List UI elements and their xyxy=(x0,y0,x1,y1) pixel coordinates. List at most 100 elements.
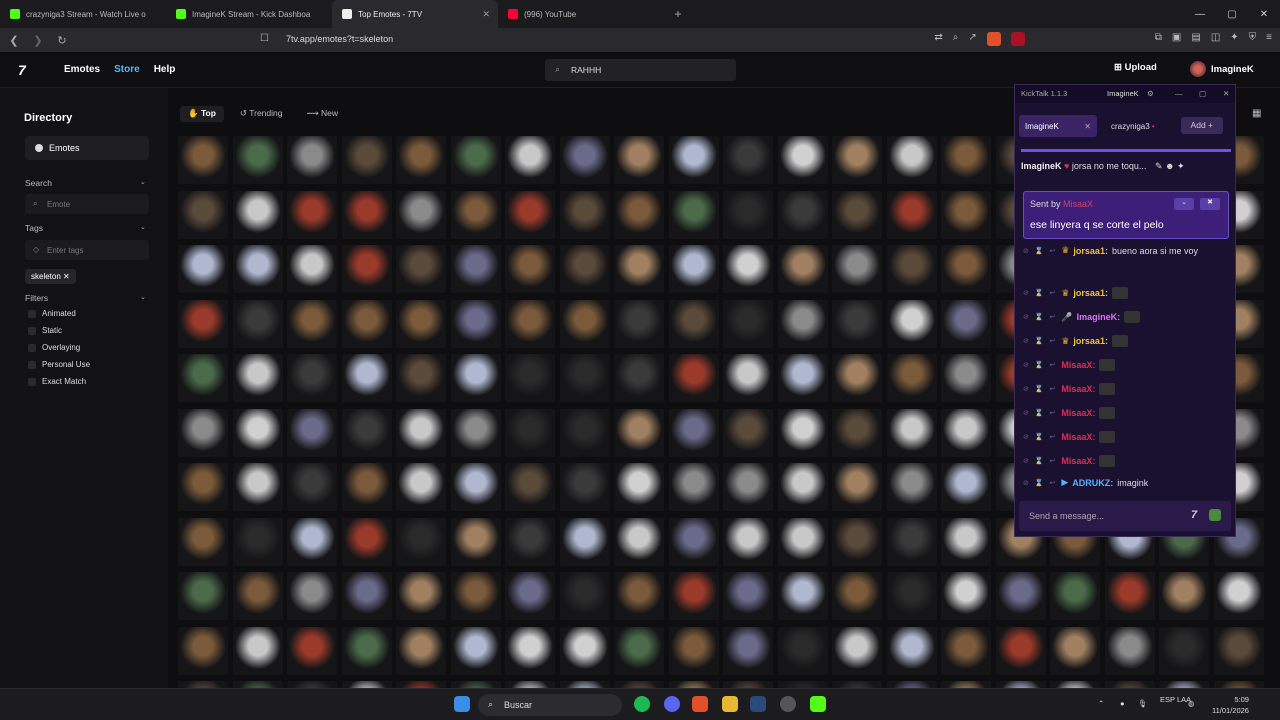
mod-actions-icon[interactable]: ⊘ ⌛ ↩ xyxy=(1023,313,1057,321)
emote-card[interactable] xyxy=(505,354,555,402)
brave-shield-icon[interactable] xyxy=(986,32,1001,46)
mod-actions-icon[interactable]: ⊘ ⌛ ↩ xyxy=(1023,247,1057,255)
steam-icon[interactable] xyxy=(750,696,766,712)
emote-card[interactable] xyxy=(668,354,719,402)
filter-animated[interactable]: Animated xyxy=(28,309,76,318)
emote-card[interactable] xyxy=(396,463,446,511)
chat-username[interactable]: jorsaa1: xyxy=(1073,336,1108,346)
emote-card[interactable] xyxy=(668,190,719,239)
emote-card[interactable] xyxy=(559,681,610,688)
emote-card[interactable] xyxy=(232,408,283,457)
tags-input[interactable]: ◇ Enter tags xyxy=(25,240,149,260)
emote-card[interactable] xyxy=(614,245,664,293)
emote-card[interactable] xyxy=(668,517,719,566)
wallet-icon[interactable]: ◫ xyxy=(1211,32,1220,46)
browser-tab-2[interactable]: ImagineK Stream - Kick Dashboa xyxy=(166,0,332,28)
emote-card[interactable] xyxy=(178,626,228,675)
emote-card[interactable] xyxy=(178,572,228,620)
emote-card[interactable] xyxy=(614,190,664,239)
emote-card[interactable] xyxy=(287,136,337,184)
pin-icon[interactable]: ✎ ☻ ✦ xyxy=(1155,161,1185,171)
chevron-down-icon[interactable]: ⌄ xyxy=(1174,198,1194,210)
mod-actions-icon[interactable]: ⊘ ⌛ ↩ xyxy=(1023,479,1057,487)
emote-card[interactable] xyxy=(1104,572,1155,620)
chat-username[interactable]: MisaaX: xyxy=(1061,360,1095,370)
emote-card[interactable] xyxy=(341,299,392,348)
emote-card[interactable] xyxy=(832,463,882,511)
emote-card[interactable] xyxy=(832,190,882,239)
emote-card[interactable] xyxy=(559,408,610,457)
emote-card[interactable] xyxy=(559,136,610,184)
emote-card[interactable] xyxy=(559,299,610,348)
emote-card[interactable] xyxy=(178,299,228,348)
emote-card[interactable] xyxy=(777,136,828,184)
translate-icon[interactable]: ⇄ xyxy=(934,32,942,46)
nav-store[interactable]: Store xyxy=(114,64,140,75)
emote-card[interactable] xyxy=(723,626,773,675)
back-icon[interactable]: ❮ xyxy=(4,34,24,47)
emote-card[interactable] xyxy=(505,245,555,293)
chat-username[interactable]: jorsaa1: xyxy=(1073,246,1108,256)
browser-tab-3[interactable]: Top Emotes - 7TV ✕ xyxy=(332,0,498,28)
emote-card[interactable] xyxy=(287,299,337,348)
emote-card[interactable] xyxy=(450,626,501,675)
reply-popup[interactable]: Sent by MisaaX ⌄ ✖ ese linyera q se cort… xyxy=(1023,191,1229,239)
tab-trending[interactable]: ↺ Trending xyxy=(232,106,291,122)
chat-message[interactable]: ⊘ ⌛ ↩ ▶ ADRUKZ: imagink xyxy=(1023,477,1148,488)
emote-card[interactable] xyxy=(614,299,664,348)
emote-card[interactable] xyxy=(941,626,991,675)
emote-card[interactable] xyxy=(668,299,719,348)
emote-card[interactable] xyxy=(777,299,828,348)
emote-card[interactable] xyxy=(723,136,773,184)
obs-icon[interactable] xyxy=(780,696,796,712)
upload-button[interactable]: ⊞ Upload xyxy=(1114,62,1157,73)
emote-card[interactable] xyxy=(723,408,773,457)
emote-card[interactable] xyxy=(559,190,610,239)
chat-input[interactable]: Send a message... 7 xyxy=(1019,501,1231,531)
emote-card[interactable] xyxy=(941,463,991,511)
emote-card[interactable] xyxy=(450,245,501,293)
network-icon[interactable]: ◍ xyxy=(1188,699,1195,709)
emote-card[interactable] xyxy=(178,354,228,402)
emote-card[interactable] xyxy=(668,572,719,620)
emote-card[interactable] xyxy=(614,572,664,620)
search-input[interactable]: ⌕ RAHHH xyxy=(545,59,736,81)
emote-card[interactable] xyxy=(886,354,937,402)
vpn-icon[interactable]: ⛨ xyxy=(1249,32,1257,46)
chevron-up-icon[interactable]: ⌃ xyxy=(1098,699,1104,709)
emote-card[interactable] xyxy=(1213,572,1264,620)
kicktalk-user[interactable]: ImagineK xyxy=(1107,89,1139,98)
emote-card[interactable] xyxy=(995,626,1046,675)
emote-card[interactable] xyxy=(232,299,283,348)
emote-card[interactable] xyxy=(396,572,446,620)
language-indicator[interactable]: ESP LAA xyxy=(1160,695,1191,705)
emote-card[interactable] xyxy=(886,299,937,348)
emote-card[interactable] xyxy=(832,245,882,293)
emote-card[interactable] xyxy=(777,463,828,511)
emote-card[interactable] xyxy=(341,517,392,566)
emote-card[interactable] xyxy=(341,408,392,457)
emote-card[interactable] xyxy=(886,517,937,566)
emote-card[interactable] xyxy=(1213,626,1264,675)
chat-username[interactable]: ADRUKZ: xyxy=(1072,478,1113,488)
tab-new[interactable]: ⟿ New xyxy=(298,106,346,122)
emote-card[interactable] xyxy=(941,190,991,239)
chevron-down-icon[interactable]: ⌄ xyxy=(140,178,146,186)
emote-card[interactable] xyxy=(614,517,664,566)
emote-card[interactable] xyxy=(287,245,337,293)
close-window-icon[interactable]: ✕ xyxy=(1248,0,1280,28)
emote-card[interactable] xyxy=(941,354,991,402)
forward-icon[interactable]: ❯ xyxy=(28,34,48,47)
emote-card[interactable] xyxy=(777,681,828,688)
emote-card[interactable] xyxy=(505,626,555,675)
emote-card[interactable] xyxy=(396,245,446,293)
unpin-icon[interactable]: ✖ xyxy=(1200,198,1220,210)
emote-card[interactable] xyxy=(396,190,446,239)
emote-card[interactable] xyxy=(178,463,228,511)
emote-card[interactable] xyxy=(287,517,337,566)
sidebar-icon[interactable]: ▤ xyxy=(1191,32,1200,46)
tray-app-icon[interactable]: ● xyxy=(1120,699,1125,709)
emote-card[interactable] xyxy=(941,299,991,348)
mod-actions-icon[interactable]: ⊘ ⌛ ↩ xyxy=(1023,409,1057,417)
emote-card[interactable] xyxy=(941,517,991,566)
